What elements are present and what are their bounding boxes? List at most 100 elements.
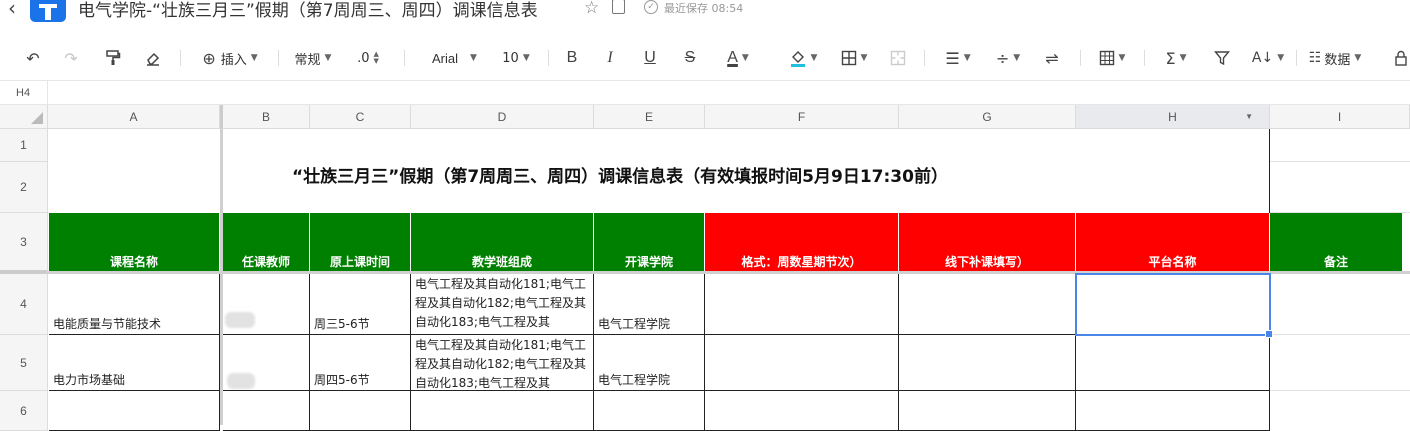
- data-menu-label: 数据: [1324, 52, 1351, 68]
- cell-f5[interactable]: [705, 335, 899, 391]
- column-header-d[interactable]: D: [411, 105, 594, 129]
- number-format-dropdown[interactable]: 常规 ▼: [290, 38, 336, 78]
- document-title[interactable]: 电气学院-“壮族三月三”假期（第7周周三、周四）调课信息表: [78, 0, 538, 21]
- cell-b4[interactable]: [223, 274, 310, 335]
- header-remarks[interactable]: 备注: [1270, 213, 1403, 271]
- document-info-icon[interactable]: [612, 0, 625, 14]
- data-menu-button[interactable]: ☷ 数据 ▼: [1304, 38, 1366, 78]
- sort-button[interactable]: A↓ ▼: [1250, 38, 1286, 78]
- column-header-h[interactable]: H ▼: [1076, 105, 1270, 129]
- cell-c6[interactable]: [310, 391, 411, 431]
- cell-i5[interactable]: [1270, 335, 1410, 391]
- font-family-dropdown[interactable]: Arial ▼: [420, 38, 486, 78]
- app-logo[interactable]: [30, 0, 66, 22]
- column-header-e[interactable]: E: [594, 105, 705, 129]
- cell-g4[interactable]: [899, 274, 1076, 335]
- cell-i4[interactable]: [1270, 274, 1410, 335]
- cell-d6[interactable]: [411, 391, 594, 431]
- strikethrough-button[interactable]: S: [678, 38, 702, 78]
- header-offline-makeup[interactable]: 线下补课填写）: [899, 213, 1076, 271]
- sheet-title[interactable]: “壮族三月三”假期（第7周周三、周四）调课信息表（有效填报时间5月9日17:30…: [292, 162, 948, 187]
- row-header-4[interactable]: 4: [0, 274, 48, 335]
- cell-g6[interactable]: [899, 391, 1076, 431]
- format-painter-icon[interactable]: [100, 38, 126, 78]
- column-header-a[interactable]: A: [48, 105, 220, 129]
- redo-icon[interactable]: ↷: [58, 38, 84, 78]
- row-header-2[interactable]: 2: [0, 162, 48, 213]
- font-size-label: 10: [502, 50, 519, 66]
- redacted-teacher-name: [225, 312, 255, 328]
- cell-c5[interactable]: 周四5-6节: [310, 335, 411, 391]
- column-header-c[interactable]: C: [310, 105, 411, 129]
- cell-e6[interactable]: [594, 391, 705, 431]
- column-menu-caret-icon[interactable]: ▼: [1245, 105, 1253, 129]
- select-all-corner[interactable]: [0, 105, 48, 129]
- cell-f6[interactable]: [705, 391, 899, 431]
- row-header-1[interactable]: 1: [0, 129, 48, 162]
- star-icon[interactable]: ☆: [584, 0, 599, 18]
- cell-b6[interactable]: [223, 391, 310, 431]
- column-header-i[interactable]: I: [1270, 105, 1410, 129]
- sigma-icon: Σ: [1165, 48, 1176, 68]
- back-icon[interactable]: ‹: [8, 0, 16, 18]
- chevron-down-icon: ▼: [1118, 53, 1126, 63]
- cell-c4[interactable]: 周三5-6节: [310, 274, 411, 335]
- chevron-down-icon: ▼: [963, 53, 971, 63]
- cell-selection-h4[interactable]: [1075, 273, 1273, 338]
- chevron-down-icon: ▼: [860, 53, 868, 63]
- header-teacher[interactable]: 任课教师: [223, 213, 310, 271]
- save-status: 最近保存 08:54: [664, 2, 744, 15]
- cell-g5[interactable]: [899, 335, 1076, 391]
- saved-check-icon: ✓: [644, 0, 658, 14]
- filter-button[interactable]: [1210, 38, 1234, 78]
- decimal-stepper[interactable]: .0 ▲ ▼: [350, 38, 386, 78]
- cell-a6[interactable]: [49, 391, 220, 431]
- function-button[interactable]: Σ ▼: [1158, 38, 1194, 78]
- insert-button[interactable]: ⊕ 插入 ▼: [196, 38, 264, 78]
- fill-color-button[interactable]: ▼: [784, 38, 822, 78]
- eraser-icon[interactable]: [140, 38, 166, 78]
- column-header-b[interactable]: B: [220, 105, 310, 129]
- separator: [924, 50, 925, 66]
- bold-button[interactable]: B: [560, 38, 584, 78]
- cell-a4[interactable]: 电能质量与节能技术: [49, 274, 220, 335]
- borders-button[interactable]: ▼: [836, 38, 872, 78]
- lock-icon[interactable]: [1392, 38, 1410, 78]
- column-header-f[interactable]: F: [705, 105, 899, 129]
- cell-f4[interactable]: [705, 274, 899, 335]
- font-color-button[interactable]: A ▼: [720, 38, 756, 78]
- header-format[interactable]: 格式：周数星期节次）: [705, 213, 899, 271]
- undo-icon[interactable]: ↶: [20, 38, 46, 78]
- cell-b5[interactable]: [223, 335, 310, 391]
- italic-button[interactable]: I: [598, 38, 622, 78]
- cell-d5[interactable]: 电气工程及其自动化181;电气工程及其自动化182;电气工程及其自动化183;电…: [411, 335, 594, 391]
- header-college[interactable]: 开课学院: [594, 213, 705, 271]
- header-original-time[interactable]: 原上课时间: [310, 213, 411, 271]
- horizontal-align-button[interactable]: ☰ ▼: [940, 38, 976, 78]
- cell-h6[interactable]: [1076, 391, 1270, 431]
- cell-h5[interactable]: [1076, 335, 1270, 391]
- cell-reference[interactable]: H4: [0, 81, 48, 105]
- merge-cells-button[interactable]: [886, 38, 910, 78]
- font-size-dropdown[interactable]: 10 ▼: [496, 38, 536, 78]
- header-platform-name[interactable]: 平台名称: [1076, 213, 1270, 271]
- wrap-text-button[interactable]: ⇌: [1040, 38, 1064, 78]
- cell-e5[interactable]: 电气工程学院: [594, 335, 705, 391]
- filter-icon: [1214, 51, 1230, 66]
- toolbar: ↶ ↷ ⊕ 插入 ▼ 常规 ▼ .0 ▲ ▼ Arial ▼ 10 ▼ B I U…: [0, 38, 1410, 78]
- spreadsheet-grid[interactable]: A B C D E F G H ▼ I 1 2 3 4 5 6 “壮族三月三”假…: [0, 105, 1410, 431]
- row-header-3[interactable]: 3: [0, 213, 48, 274]
- underline-button[interactable]: U: [638, 38, 662, 78]
- vertical-align-button[interactable]: ÷ ▼: [990, 38, 1026, 78]
- cell-e4[interactable]: 电气工程学院: [594, 274, 705, 335]
- table-button[interactable]: ▼: [1094, 38, 1130, 78]
- cell-a5[interactable]: 电力市场基础: [49, 335, 220, 391]
- row-header-6[interactable]: 6: [0, 391, 48, 431]
- header-course-name[interactable]: 课程名称: [49, 213, 220, 271]
- row-header-5[interactable]: 5: [0, 335, 48, 391]
- column-header-g[interactable]: G: [899, 105, 1076, 129]
- chevron-down-icon: ▼: [1354, 53, 1362, 63]
- header-class-composition[interactable]: 教学班组成: [411, 213, 594, 271]
- chevron-down-icon: ▼: [522, 53, 530, 63]
- cell-d4[interactable]: 电气工程及其自动化181;电气工程及其自动化182;电气工程及其自动化183;电…: [411, 274, 594, 335]
